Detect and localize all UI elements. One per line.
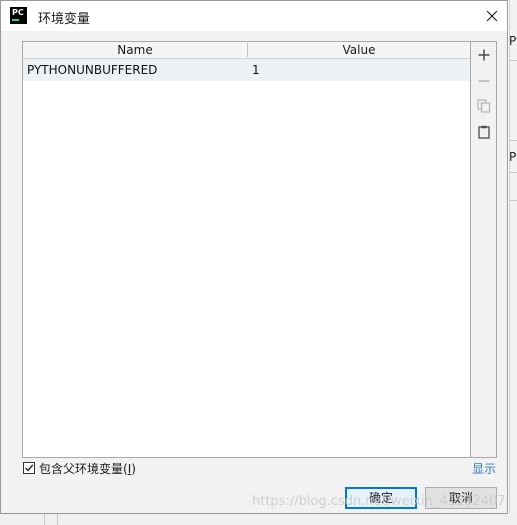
cancel-button[interactable]: 取消	[425, 487, 497, 509]
table-header: Name Value	[23, 42, 470, 59]
column-header-name[interactable]: Name	[23, 42, 247, 58]
checkmark-icon	[25, 464, 34, 472]
include-parent-env-checkbox[interactable]	[23, 462, 35, 474]
include-parent-env-label[interactable]: 包含父环境变量(I)	[39, 460, 136, 477]
cell-name[interactable]: PYTHONUNBUFFERED	[27, 59, 157, 81]
close-button[interactable]	[477, 1, 507, 31]
show-link[interactable]: 显示	[472, 460, 496, 477]
title-bar: PC 环境变量	[1, 1, 507, 31]
table-toolbar	[471, 41, 497, 458]
minus-icon	[478, 80, 490, 82]
environment-variables-dialog: PC 环境变量 Name Value PYTHONUNBUFFERED 1 包含…	[0, 0, 508, 514]
close-icon	[486, 10, 498, 22]
background-divider	[509, 200, 517, 201]
background-window	[509, 0, 517, 525]
ok-button[interactable]: 确定	[345, 487, 417, 509]
background-strip	[0, 513, 517, 525]
clipboard-icon	[478, 125, 490, 139]
plus-icon	[478, 49, 490, 61]
background-divider	[509, 140, 517, 141]
table-row[interactable]: PYTHONUNBUFFERED 1	[23, 59, 470, 81]
add-button[interactable]	[474, 45, 494, 65]
pycharm-app-icon: PC	[10, 7, 27, 24]
copy-button[interactable]	[474, 96, 494, 116]
cell-value[interactable]: 1	[252, 59, 260, 81]
background-text: Py	[509, 34, 517, 48]
background-divider	[509, 60, 517, 61]
copy-icon	[477, 99, 491, 113]
env-vars-table: Name Value PYTHONUNBUFFERED 1	[22, 41, 471, 458]
remove-button[interactable]	[474, 71, 494, 91]
background-divider	[509, 172, 517, 173]
dialog-title: 环境变量	[38, 12, 91, 27]
background-text: P	[509, 150, 517, 164]
column-header-value[interactable]: Value	[248, 42, 470, 58]
paste-button[interactable]	[474, 122, 494, 142]
